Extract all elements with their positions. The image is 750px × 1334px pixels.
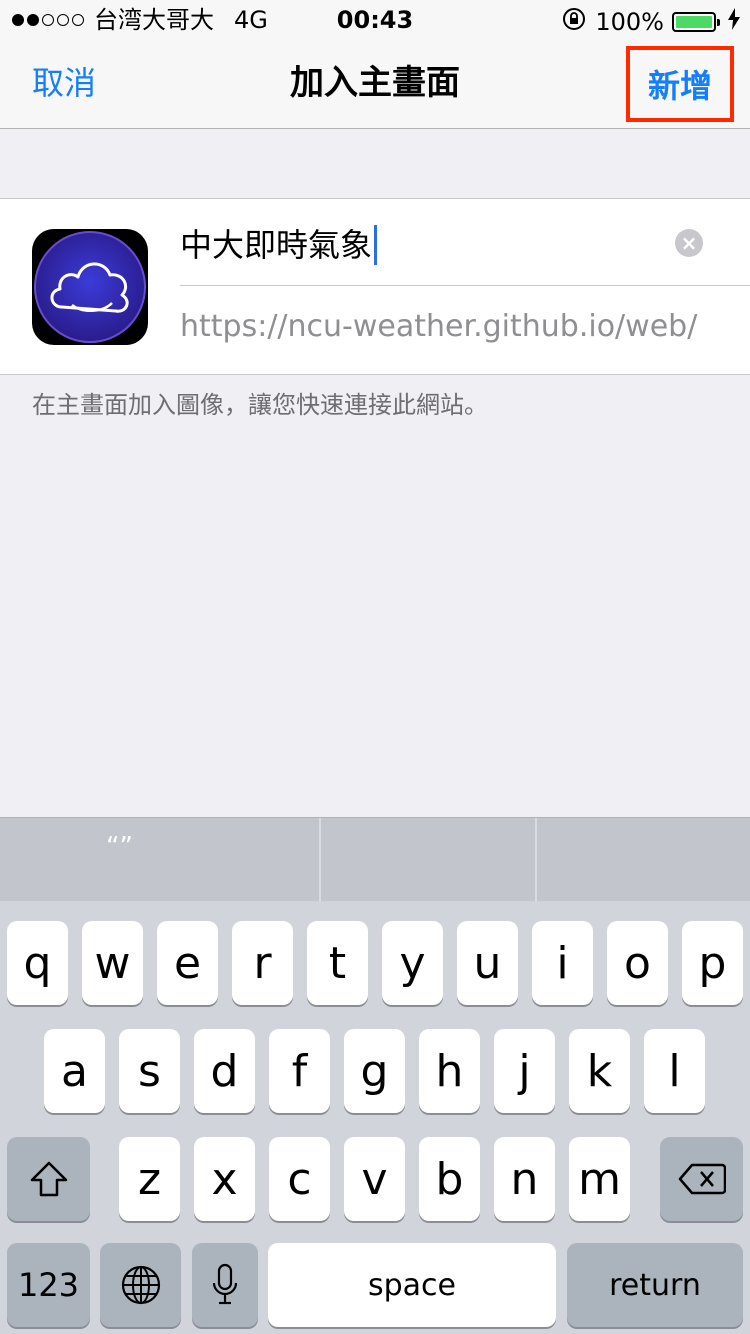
key-d[interactable]: d: [194, 1029, 255, 1113]
key-e[interactable]: e: [157, 921, 218, 1005]
key-v[interactable]: v: [344, 1137, 405, 1221]
charging-icon: [728, 8, 740, 36]
microphone-icon: [212, 1263, 238, 1305]
key-l[interactable]: l: [644, 1029, 705, 1113]
navigation-bar: 取消 加入主畫面 新增: [0, 40, 750, 129]
return-key[interactable]: return: [567, 1243, 743, 1327]
url-field: https://ncu-weather.github.io/web/: [180, 309, 698, 344]
key-z[interactable]: z: [119, 1137, 180, 1221]
add-button[interactable]: 新增: [626, 46, 734, 122]
key-f[interactable]: f: [269, 1029, 330, 1113]
battery-icon: [672, 12, 720, 32]
key-g[interactable]: g: [344, 1029, 405, 1113]
key-k[interactable]: k: [569, 1029, 630, 1113]
predictive-bar: “”: [0, 817, 750, 902]
key-t[interactable]: t: [307, 921, 368, 1005]
field-divider: [180, 285, 750, 286]
key-o[interactable]: o: [607, 921, 668, 1005]
name-input[interactable]: 中大即時氣象: [180, 225, 378, 265]
text-cursor: [374, 225, 378, 265]
key-q[interactable]: q: [7, 921, 68, 1005]
backspace-icon: [678, 1163, 726, 1195]
space-key[interactable]: space: [268, 1243, 556, 1327]
numbers-key[interactable]: 123: [7, 1243, 90, 1327]
key-c[interactable]: c: [269, 1137, 330, 1221]
key-m[interactable]: m: [569, 1137, 630, 1221]
key-b[interactable]: b: [419, 1137, 480, 1221]
orientation-lock-icon: [561, 6, 587, 38]
key-h[interactable]: h: [419, 1029, 480, 1113]
suggestion-3[interactable]: [534, 818, 750, 902]
shift-arrow-icon: [30, 1161, 67, 1197]
shift-key[interactable]: [7, 1137, 90, 1221]
key-w[interactable]: w: [82, 921, 143, 1005]
name-input-value: 中大即時氣象: [180, 226, 373, 264]
key-a[interactable]: a: [44, 1029, 105, 1113]
globe-key[interactable]: [100, 1243, 181, 1327]
battery-percent: 100%: [595, 8, 664, 36]
key-y[interactable]: y: [382, 921, 443, 1005]
cloud-icon: [32, 229, 148, 345]
hint-text: 在主畫面加入圖像，讓您快速連接此網站。: [32, 391, 488, 419]
key-x[interactable]: x: [194, 1137, 255, 1221]
key-p[interactable]: p: [682, 921, 743, 1005]
key-u[interactable]: u: [457, 921, 518, 1005]
clear-text-icon[interactable]: ×: [675, 229, 703, 257]
key-s[interactable]: s: [119, 1029, 180, 1113]
delete-key[interactable]: [660, 1137, 743, 1221]
key-i[interactable]: i: [532, 921, 593, 1005]
key-n[interactable]: n: [494, 1137, 555, 1221]
add-to-home-form: 中大即時氣象 × https://ncu-weather.github.io/w…: [0, 198, 750, 375]
keyboard: q w e r t y u i o p a s d f g h j k l z …: [0, 901, 750, 1334]
globe-icon: [121, 1265, 160, 1305]
status-bar: 台湾大哥大 4G 00:43 100%: [0, 0, 750, 40]
status-right: 100%: [561, 6, 740, 38]
key-r[interactable]: r: [232, 921, 293, 1005]
dictation-key[interactable]: [192, 1243, 258, 1327]
suggestion-1[interactable]: “”: [0, 818, 319, 902]
suggestion-2[interactable]: [319, 818, 534, 902]
key-j[interactable]: j: [494, 1029, 555, 1113]
